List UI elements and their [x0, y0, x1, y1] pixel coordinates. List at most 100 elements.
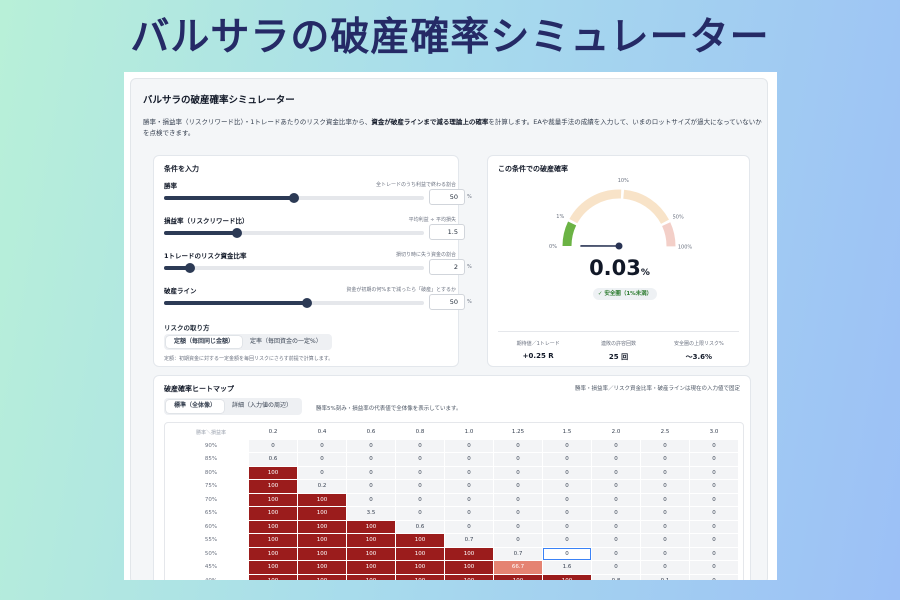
heatmap-cell[interactable]: 100 [298, 493, 346, 506]
heatmap-cell[interactable]: 0 [592, 480, 640, 493]
heatmap-cell[interactable]: 0 [641, 561, 689, 574]
slider-thumb[interactable] [302, 298, 312, 308]
param-input[interactable]: 50 [429, 294, 465, 310]
heatmap-cell[interactable]: 0 [641, 480, 689, 493]
heatmap-cell[interactable]: 3.5 [347, 507, 395, 520]
heatmap-cell[interactable]: 0 [641, 439, 689, 452]
heatmap-cell[interactable]: 100 [298, 574, 346, 580]
heatmap-cell[interactable]: 0.6 [249, 453, 297, 466]
heatmap-cell[interactable]: 0 [445, 520, 493, 533]
heatmap-cell[interactable]: 0 [543, 480, 591, 493]
heatmap-cell[interactable]: 0 [690, 493, 738, 506]
heatmap-cell[interactable]: 100 [347, 520, 395, 533]
heatmap-cell[interactable]: 0.1 [641, 574, 689, 580]
heatmap-cell[interactable]: 0.6 [396, 520, 444, 533]
heatmap-cell[interactable]: 100 [347, 561, 395, 574]
heatmap-cell[interactable]: 0 [543, 453, 591, 466]
heatmap-cell[interactable]: 100 [249, 466, 297, 479]
heatmap-cell[interactable]: 0 [494, 439, 542, 452]
heatmap-cell[interactable]: 0 [396, 453, 444, 466]
heatmap-cell[interactable]: 0 [543, 493, 591, 506]
heatmap-cell[interactable]: 0.8 [592, 574, 640, 580]
slider-thumb[interactable] [185, 263, 195, 273]
risk-option-fixed-ratio[interactable]: 定率（毎回資金の一定%） [242, 336, 330, 348]
heatmap-cell[interactable]: 0 [592, 520, 640, 533]
heatmap-cell[interactable]: 0 [690, 453, 738, 466]
heatmap-cell[interactable]: 0 [445, 480, 493, 493]
slider-thumb[interactable] [289, 193, 299, 203]
heatmap-cell[interactable]: 0 [690, 466, 738, 479]
heatmap-cell[interactable]: 66.7 [494, 561, 542, 574]
heatmap-cell[interactable]: 100 [249, 534, 297, 547]
heatmap-cell[interactable]: 0 [690, 534, 738, 547]
heatmap-cell[interactable]: 0 [396, 439, 444, 452]
heatmap-cell[interactable]: 100 [445, 547, 493, 560]
heatmap-cell[interactable]: 0 [445, 453, 493, 466]
heatmap-cell[interactable]: 100 [249, 493, 297, 506]
heatmap-cell[interactable]: 0 [592, 507, 640, 520]
heatmap-cell[interactable]: 100 [249, 574, 297, 580]
heatmap-cell[interactable]: 0 [347, 453, 395, 466]
heatmap-cell[interactable]: 0 [494, 507, 542, 520]
heatmap-cell[interactable]: 100 [445, 561, 493, 574]
heatmap-cell[interactable]: 100 [396, 561, 444, 574]
heatmap-cell[interactable]: 0 [445, 507, 493, 520]
heatmap-cell[interactable]: 100 [347, 574, 395, 580]
heatmap-cell[interactable]: 0 [592, 547, 640, 560]
heatmap-cell[interactable]: 100 [298, 507, 346, 520]
heatmap-cell[interactable]: 100 [396, 547, 444, 560]
heatmap-cell[interactable]: 0 [494, 453, 542, 466]
heatmap-cell[interactable]: 100 [347, 534, 395, 547]
heatmap-cell[interactable]: 0 [347, 493, 395, 506]
heatmap-cell[interactable]: 100 [445, 574, 493, 580]
heatmap-cell[interactable]: 0 [641, 453, 689, 466]
slider-thumb[interactable] [231, 228, 242, 238]
heatmap-cell[interactable]: 100 [249, 480, 297, 493]
heatmap-cell[interactable]: 0 [641, 547, 689, 560]
heatmap-cell[interactable]: 0 [543, 520, 591, 533]
heatmap-cell[interactable]: 0 [592, 493, 640, 506]
heatmap-cell[interactable]: 0 [641, 507, 689, 520]
heatmap-cell[interactable]: 0 [347, 439, 395, 452]
heatmap-cell[interactable]: 0.7 [494, 547, 542, 560]
heatmap-cell[interactable]: 0 [494, 520, 542, 533]
param-input[interactable]: 1.5 [429, 224, 465, 240]
heatmap-cell[interactable]: 0 [690, 561, 738, 574]
heatmap-cell[interactable]: 0 [690, 574, 738, 580]
heatmap-cell[interactable]: 0 [396, 493, 444, 506]
heatmap-cell[interactable]: 0 [543, 507, 591, 520]
heatmap-cell[interactable]: 0 [592, 466, 640, 479]
heatmap-cell[interactable]: 0 [298, 466, 346, 479]
heatmap-cell[interactable]: 0 [690, 480, 738, 493]
risk-option-fixed-amount[interactable]: 定額（毎回同じ金額） [166, 336, 243, 348]
heatmap-cell[interactable]: 100 [249, 547, 297, 560]
param-slider[interactable] [164, 263, 424, 273]
heatmap-cell[interactable]: 100 [396, 534, 444, 547]
heatmap-cell[interactable]: 0 [543, 534, 591, 547]
heatmap-cell[interactable]: 100 [298, 561, 346, 574]
heatmap-cell[interactable]: 0 [396, 466, 444, 479]
tab-detail[interactable]: 詳細（入力値の周辺） [224, 400, 300, 413]
heatmap-cell[interactable]: 100 [249, 507, 297, 520]
heatmap-cell[interactable]: 0 [592, 561, 640, 574]
heatmap-cell[interactable]: 100 [298, 547, 346, 560]
heatmap-cell[interactable]: 100 [347, 547, 395, 560]
heatmap-cell[interactable]: 0 [641, 534, 689, 547]
heatmap-cell[interactable]: 0 [396, 507, 444, 520]
heatmap-cell[interactable]: 0 [641, 493, 689, 506]
param-slider[interactable] [164, 298, 424, 308]
param-slider[interactable] [164, 193, 424, 203]
heatmap-cell[interactable]: 0 [543, 466, 591, 479]
heatmap-cell[interactable]: 0 [494, 493, 542, 506]
heatmap-cell[interactable]: 0 [592, 439, 640, 452]
heatmap-cell[interactable]: 0 [249, 439, 297, 452]
heatmap-cell[interactable]: 0 [690, 507, 738, 520]
heatmap-cell[interactable]: 0 [494, 480, 542, 493]
heatmap-cell[interactable]: 0 [543, 547, 591, 560]
heatmap-cell[interactable]: 0 [298, 439, 346, 452]
heatmap-cell[interactable]: 1.6 [543, 561, 591, 574]
heatmap-cell[interactable]: 0 [592, 453, 640, 466]
heatmap-cell[interactable]: 100 [249, 561, 297, 574]
heatmap-cell[interactable]: 0 [494, 534, 542, 547]
heatmap-cell[interactable]: 100 [298, 520, 346, 533]
